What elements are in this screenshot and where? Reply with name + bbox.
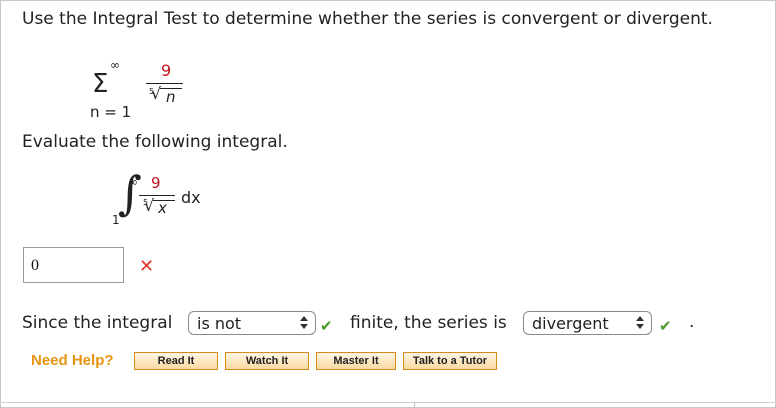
conclusion-middle: finite, the series is (350, 313, 507, 333)
integral-differential: dx (181, 188, 201, 207)
radical-icon: √ (144, 196, 155, 215)
select-arrows-icon (300, 316, 308, 330)
checkmark-icon: ✔ (320, 317, 333, 335)
series-lower-limit: n = 1 (90, 103, 132, 121)
answer-input[interactable]: 0 (23, 247, 124, 283)
integral-finite-select-value: is not (197, 314, 242, 333)
series-result-select-value: divergent (532, 314, 609, 333)
bottom-divider-tick (414, 402, 415, 408)
series-radicand: n (166, 88, 176, 106)
watch-it-button[interactable]: Watch It (225, 352, 309, 370)
integral-radicand: x (158, 199, 167, 217)
x-mark-icon: ✕ (139, 256, 155, 277)
master-it-button[interactable]: Master It (316, 352, 396, 370)
select-arrows-icon (636, 316, 644, 330)
series-upper-limit: ∞ (110, 58, 120, 72)
read-it-button[interactable]: Read It (134, 352, 218, 370)
integral-numerator: 9 (151, 174, 161, 192)
talk-to-tutor-button[interactable]: Talk to a Tutor (403, 352, 497, 370)
sigma-symbol: Σ (92, 69, 109, 99)
integral-finite-select[interactable]: is not (188, 311, 316, 335)
need-help-label: Need Help? (31, 352, 114, 369)
question-text: Use the Integral Test to determine wheth… (22, 9, 713, 29)
checkmark-icon: ✔ (659, 317, 672, 335)
conclusion-prefix: Since the integral (22, 313, 173, 333)
integral-upper-limit: ∞ (128, 175, 138, 189)
integral-prompt: Evaluate the following integral. (22, 132, 288, 152)
radical-icon: √ (151, 84, 162, 103)
integral-lower-limit: 1 (112, 213, 120, 227)
conclusion-suffix: . (689, 312, 695, 332)
bottom-divider (0, 402, 776, 403)
series-numerator: 9 (161, 61, 172, 80)
series-result-select[interactable]: divergent (523, 311, 652, 335)
